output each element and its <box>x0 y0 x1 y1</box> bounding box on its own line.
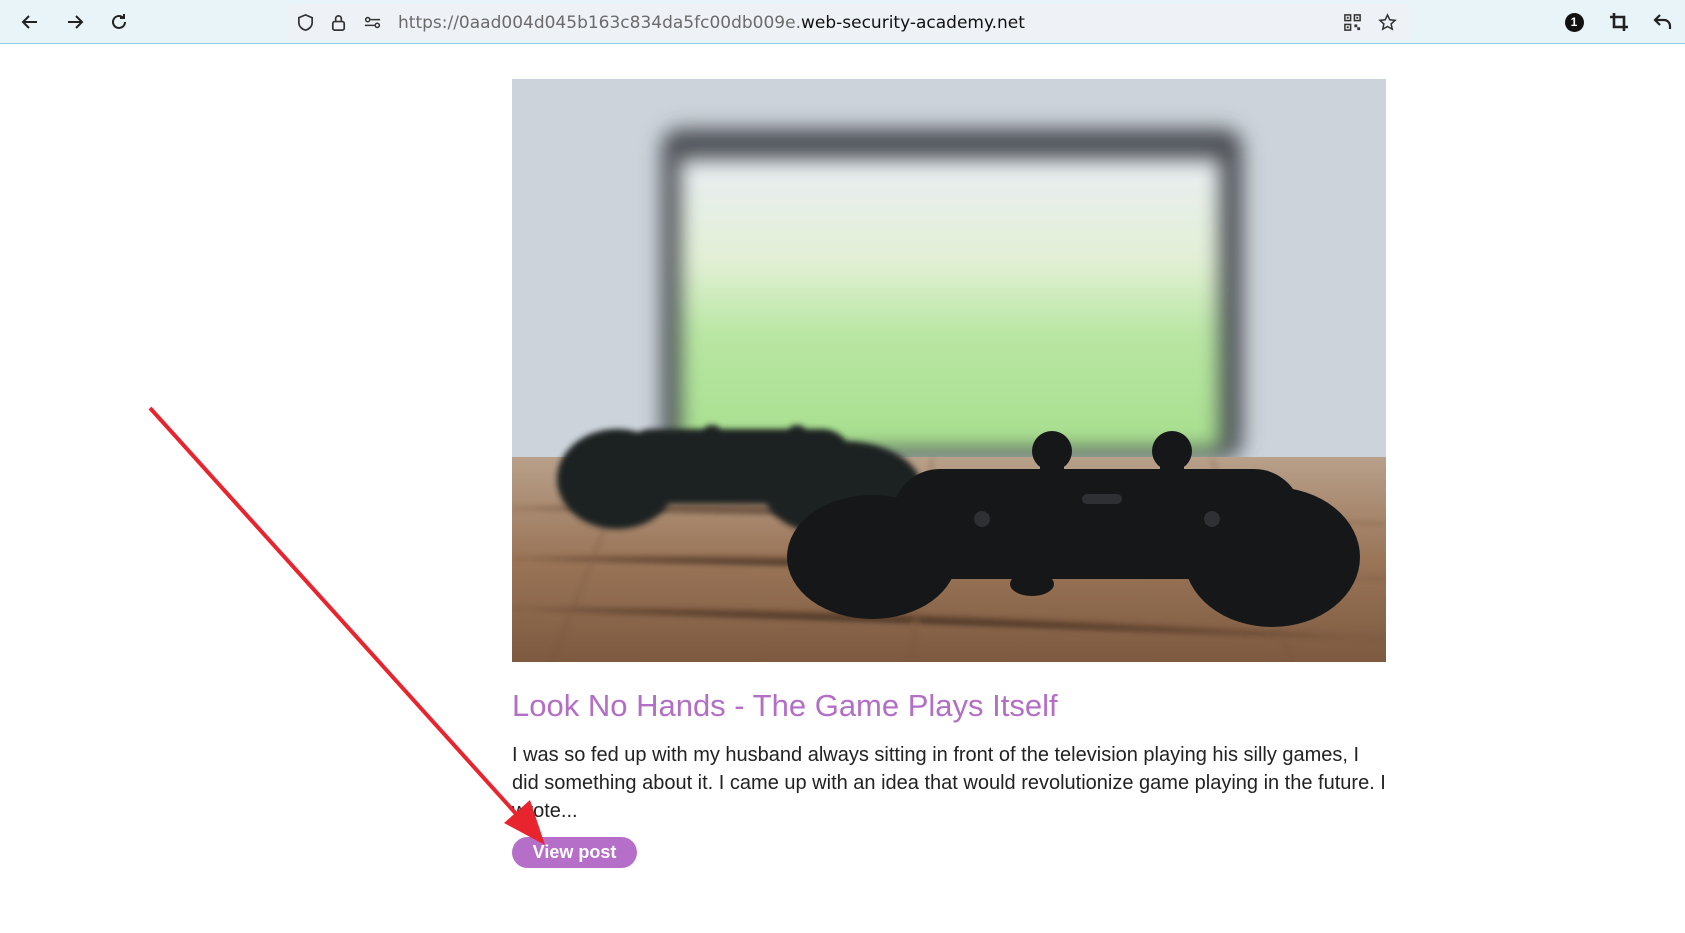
shield-icon[interactable] <box>295 12 315 32</box>
post-image[interactable] <box>512 79 1386 662</box>
back-button[interactable] <box>12 4 48 40</box>
crop-tool-button[interactable] <box>1601 4 1637 40</box>
post-title[interactable]: Look No Hands - The Game Plays Itself <box>512 688 1058 724</box>
extension-badge: 1 <box>1564 12 1584 32</box>
qr-code-icon[interactable] <box>1342 12 1362 32</box>
undo-arrow-icon <box>1653 14 1672 29</box>
url-prefix: https://0aad004d045b163c834da5fc00db009e… <box>398 13 801 33</box>
bookmark-star-icon[interactable] <box>1377 12 1397 32</box>
reload-button[interactable] <box>101 4 137 40</box>
view-post-button[interactable]: View post <box>512 837 637 868</box>
site-permissions-icon[interactable] <box>362 12 382 32</box>
crop-icon <box>1610 13 1628 31</box>
undo-button[interactable] <box>1645 4 1681 40</box>
arrow-left-icon <box>21 15 37 29</box>
url-host: web-security-academy.net <box>800 13 1025 33</box>
arrow-right-icon <box>68 15 84 29</box>
forward-button[interactable] <box>57 4 93 40</box>
post-summary: I was so fed up with my husband always s… <box>512 744 1386 822</box>
reload-icon <box>112 14 126 29</box>
browser-toolbar: https://0aad004d045b163c834da5fc00db009e… <box>0 0 1685 44</box>
lock-icon[interactable] <box>328 12 348 32</box>
address-bar[interactable]: https://0aad004d045b163c834da5fc00db009e… <box>287 4 1409 40</box>
game-controllers-image <box>512 79 1386 662</box>
url-text[interactable]: https://0aad004d045b163c834da5fc00db009e… <box>398 13 1025 33</box>
extension-button[interactable]: 1 <box>1556 4 1592 40</box>
